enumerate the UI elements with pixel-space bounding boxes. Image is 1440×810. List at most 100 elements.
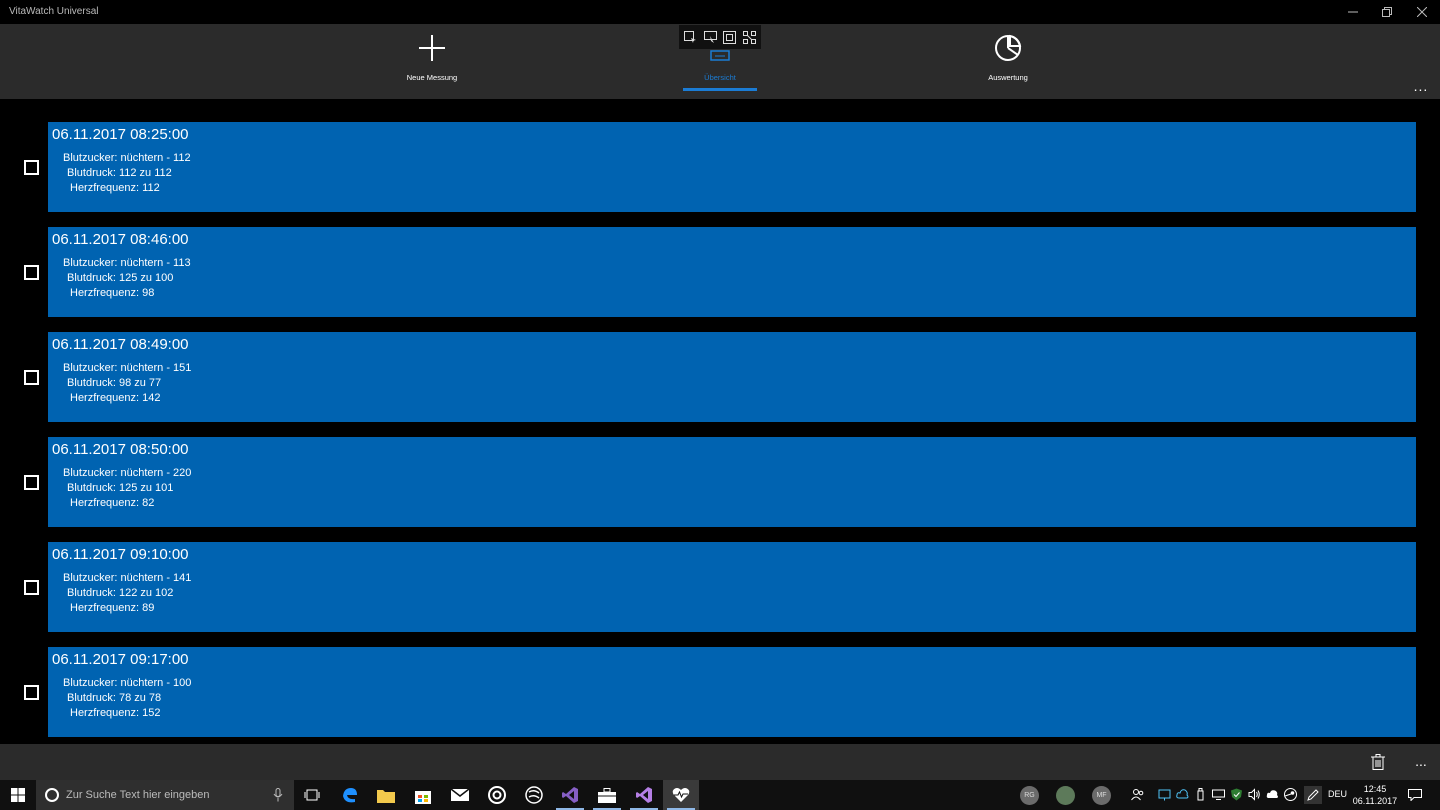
restore-button[interactable] xyxy=(1370,0,1404,24)
measurement-datetime: 06.11.2017 09:10:00 xyxy=(52,546,189,563)
clock-time: 12:45 xyxy=(1363,784,1387,794)
volume-icon[interactable] xyxy=(1248,788,1261,801)
measurement-card[interactable]: 06.11.2017 08:50:00 Blutzucker: nüchtern… xyxy=(48,437,1416,527)
row-checkbox[interactable] xyxy=(24,685,39,700)
display-layout-icon[interactable] xyxy=(702,29,718,45)
measurement-datetime: 06.11.2017 08:46:00 xyxy=(52,231,189,248)
mail-app[interactable] xyxy=(442,780,478,810)
minimize-button[interactable] xyxy=(1336,0,1370,24)
vitawatch-app[interactable] xyxy=(663,780,699,810)
usb-device-icon[interactable] xyxy=(1194,788,1207,801)
store-app[interactable] xyxy=(405,780,441,810)
blutzucker-text: Blutzucker: nüchtern - 100 xyxy=(63,677,192,689)
list-item: 06.11.2017 08:46:00 Blutzucker: nüchtern… xyxy=(0,227,1440,317)
navigation-bar: Neue Messung Übersicht Auswertung ... xyxy=(0,24,1440,99)
visual-studio-icon xyxy=(562,787,578,803)
command-bar: ... xyxy=(0,744,1440,780)
onedrive-icon[interactable] xyxy=(1266,788,1279,801)
people-icon[interactable] xyxy=(1131,788,1144,801)
blutdruck-text: Blutdruck: 122 zu 102 xyxy=(67,587,174,599)
row-checkbox[interactable] xyxy=(24,265,39,280)
row-checkbox[interactable] xyxy=(24,160,39,175)
pen-workspace-icon[interactable] xyxy=(1304,786,1322,804)
measurement-card[interactable]: 06.11.2017 08:49:00 Blutzucker: nüchtern… xyxy=(48,332,1416,422)
measurement-card[interactable]: 06.11.2017 08:25:00 Blutzucker: nüchtern… xyxy=(48,122,1416,212)
store-icon xyxy=(415,790,431,804)
edge-app[interactable] xyxy=(332,780,368,810)
file-explorer-app[interactable] xyxy=(368,780,404,810)
row-checkbox[interactable] xyxy=(24,370,39,385)
notification-icon xyxy=(1408,789,1422,801)
list-item: 06.11.2017 08:50:00 Blutzucker: nüchtern… xyxy=(0,437,1440,527)
measurement-card[interactable]: 06.11.2017 08:46:00 Blutzucker: nüchtern… xyxy=(48,227,1416,317)
track-focus-icon[interactable] xyxy=(722,29,738,45)
windows-icon xyxy=(11,788,25,802)
nav-label-auswertung: Auswertung xyxy=(988,73,1028,82)
measurement-card[interactable]: 06.11.2017 09:17:00 Blutzucker: nüchtern… xyxy=(48,647,1416,737)
nav-item-neue-messung[interactable]: Neue Messung xyxy=(377,24,487,99)
row-checkbox[interactable] xyxy=(24,580,39,595)
herzfrequenz-text: Herzfrequenz: 112 xyxy=(70,182,160,194)
clock[interactable]: 12:45 06.11.2017 xyxy=(1352,783,1398,807)
nav-item-auswertung[interactable]: Auswertung xyxy=(953,24,1063,99)
groove-app[interactable] xyxy=(479,780,515,810)
visual-studio-app[interactable] xyxy=(552,780,588,810)
row-checkbox[interactable] xyxy=(24,475,39,490)
minimize-icon xyxy=(1348,11,1358,13)
security-icon[interactable] xyxy=(1230,788,1243,801)
groove-icon xyxy=(488,786,506,804)
nav-selection-indicator xyxy=(683,88,757,91)
measurement-datetime: 06.11.2017 08:49:00 xyxy=(52,336,189,353)
herzfrequenz-text: Herzfrequenz: 142 xyxy=(70,392,161,404)
live-tree-icon[interactable] xyxy=(741,29,757,45)
display-icon[interactable] xyxy=(1212,788,1225,801)
herzfrequenz-text: Herzfrequenz: 82 xyxy=(70,497,155,509)
taskbar: Zur Suche Text hier eingeben RG MF DEU 1… xyxy=(0,780,1440,810)
task-view-button[interactable] xyxy=(294,780,330,810)
pie-chart-icon xyxy=(992,32,1024,64)
herzfrequenz-text: Herzfrequenz: 98 xyxy=(70,287,155,299)
people-avatar-mf[interactable]: MF xyxy=(1092,786,1111,805)
command-more-button[interactable]: ... xyxy=(1408,753,1434,769)
start-button[interactable] xyxy=(0,780,36,810)
toolbox-app[interactable] xyxy=(589,780,625,810)
microphone-icon[interactable] xyxy=(273,788,283,802)
list-item: 06.11.2017 09:10:00 Blutzucker: nüchtern… xyxy=(0,542,1440,632)
sway-app[interactable] xyxy=(516,780,552,810)
steam-icon[interactable] xyxy=(1284,788,1297,801)
blutdruck-text: Blutdruck: 125 zu 100 xyxy=(67,272,174,284)
debug-overlay-toolbar xyxy=(679,25,761,49)
input-language[interactable]: DEU xyxy=(1328,789,1347,799)
blutdruck-text: Blutdruck: 78 zu 78 xyxy=(67,692,162,704)
cloud-sync-icon[interactable] xyxy=(1176,788,1189,801)
close-icon xyxy=(1417,7,1427,17)
window-title: VitaWatch Universal xyxy=(9,6,99,17)
delete-button[interactable] xyxy=(1368,752,1388,772)
blutzucker-text: Blutzucker: nüchtern - 141 xyxy=(63,572,192,584)
blutzucker-text: Blutzucker: nüchtern - 112 xyxy=(63,152,191,164)
measurement-datetime: 06.11.2017 09:17:00 xyxy=(52,651,189,668)
blutdruck-text: Blutdruck: 98 zu 77 xyxy=(67,377,162,389)
mail-icon xyxy=(451,789,469,801)
vitawatch-icon xyxy=(672,788,690,802)
network-share-icon[interactable] xyxy=(1158,788,1171,801)
taskbar-search[interactable]: Zur Suche Text hier eingeben xyxy=(36,780,294,810)
close-button[interactable] xyxy=(1405,0,1439,24)
select-element-icon[interactable] xyxy=(683,29,699,45)
visual-studio-alt-app[interactable] xyxy=(626,780,662,810)
edge-icon xyxy=(343,788,357,803)
header-more-button[interactable]: ... xyxy=(1408,78,1434,94)
people-avatar-photo[interactable] xyxy=(1056,786,1075,805)
file-explorer-icon xyxy=(377,789,395,803)
visual-studio-alt-icon xyxy=(636,787,652,803)
measurement-card[interactable]: 06.11.2017 09:10:00 Blutzucker: nüchtern… xyxy=(48,542,1416,632)
herzfrequenz-text: Herzfrequenz: 89 xyxy=(70,602,155,614)
people-avatar-rg[interactable]: RG xyxy=(1020,786,1039,805)
action-center-button[interactable] xyxy=(1404,787,1426,803)
task-view-icon xyxy=(304,789,320,801)
blutdruck-text: Blutdruck: 125 zu 101 xyxy=(67,482,174,494)
trash-icon xyxy=(1371,754,1385,770)
blutzucker-text: Blutzucker: nüchtern - 113 xyxy=(63,257,191,269)
search-placeholder: Zur Suche Text hier eingeben xyxy=(66,789,210,801)
blutzucker-text: Blutzucker: nüchtern - 220 xyxy=(63,467,192,479)
